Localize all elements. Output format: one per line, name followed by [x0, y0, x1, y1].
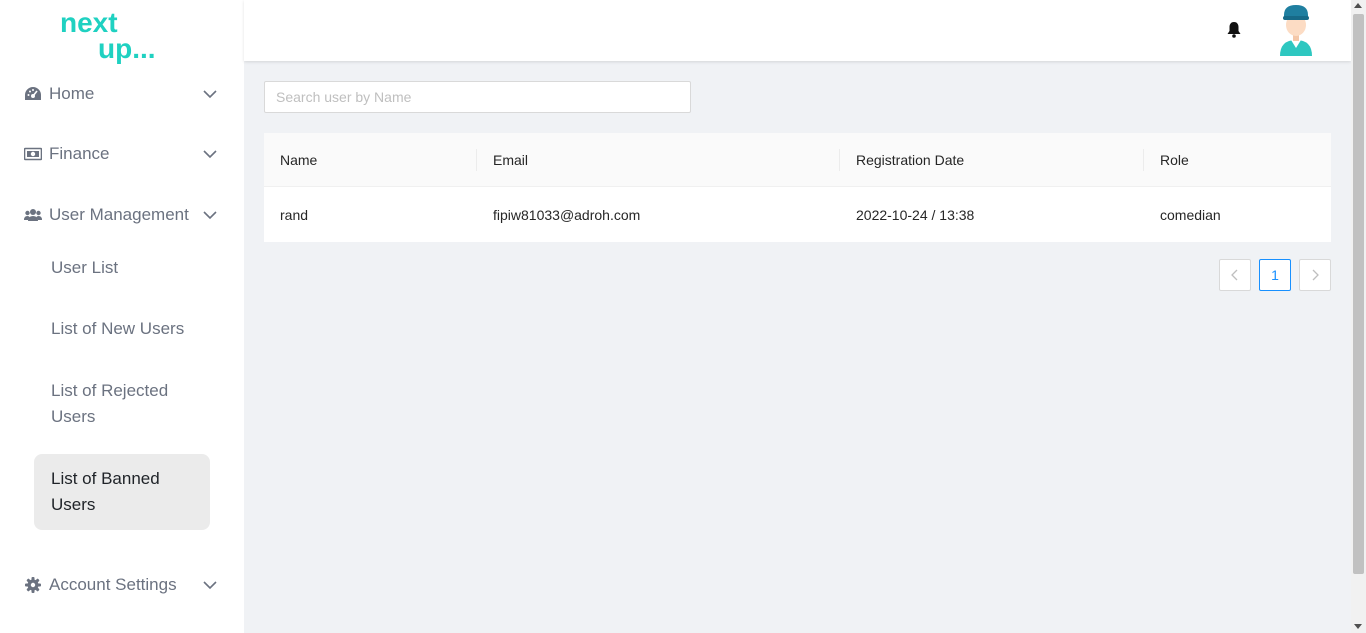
sidebar-subitem-rejected-users[interactable]: List of Rejected Users	[34, 378, 184, 430]
chevron-down-icon	[203, 150, 217, 159]
chevron-right-icon	[1312, 269, 1319, 281]
pagination-page-1[interactable]: 1	[1259, 259, 1291, 291]
user-avatar-icon[interactable]	[1277, 4, 1315, 56]
column-separator	[476, 149, 477, 171]
sidebar-subitem-banned-users[interactable]: List of Banned Users	[34, 454, 210, 530]
gear-icon	[24, 576, 42, 594]
sidebar-item-label: Home	[49, 84, 95, 103]
chevron-left-icon	[1231, 269, 1238, 281]
sidebar-item-label: User Management	[49, 205, 189, 224]
column-separator	[1143, 149, 1144, 171]
sidebar-item-user-management[interactable]: User Management	[0, 195, 244, 235]
sidebar-subitem-new-users[interactable]: List of New Users	[34, 316, 210, 342]
bell-icon[interactable]	[1226, 21, 1242, 38]
cell-email: fipiw81033@adroh.com	[493, 206, 641, 223]
column-header-role[interactable]: Role	[1160, 133, 1189, 186]
table-row[interactable]: rand fipiw81033@adroh.com 2022-10-24 / 1…	[264, 187, 1331, 242]
pagination-prev-button[interactable]	[1219, 259, 1251, 291]
sidebar-subitem-user-list[interactable]: User List	[34, 255, 210, 281]
column-header-name[interactable]: Name	[280, 133, 317, 186]
chevron-down-icon	[203, 211, 217, 220]
nextup-logo[interactable]: next up...	[58, 6, 168, 64]
scroll-up-arrow[interactable]	[1354, 3, 1362, 8]
sidebar-item-label: Account Settings	[49, 575, 177, 594]
dashboard-icon	[24, 85, 42, 103]
scroll-thumb[interactable]	[1353, 14, 1364, 574]
sidebar-subitem-label: List of Banned Users	[51, 469, 160, 514]
chevron-down-icon	[203, 581, 217, 590]
table-header: Name Email Registration Date Role	[264, 133, 1331, 187]
top-header	[244, 0, 1351, 61]
column-header-registration-date[interactable]: Registration Date	[856, 133, 964, 186]
cell-registration-date: 2022-10-24 / 13:38	[856, 206, 975, 223]
svg-text:up...: up...	[98, 33, 156, 64]
page-scrollbar[interactable]	[1351, 0, 1366, 633]
sidebar-item-finance[interactable]: Finance	[0, 134, 244, 174]
scroll-down-arrow[interactable]	[1354, 624, 1362, 629]
money-icon	[24, 145, 42, 163]
sidebar-item-label: Finance	[49, 144, 110, 163]
sidebar-item-account-settings[interactable]: Account Settings	[0, 565, 244, 605]
search-input[interactable]	[264, 81, 691, 113]
sidebar-item-home[interactable]: Home	[0, 74, 244, 114]
users-table: Name Email Registration Date Role rand f…	[264, 133, 1331, 242]
cell-name: rand	[280, 206, 309, 223]
column-separator	[839, 149, 840, 171]
cell-role: comedian	[1160, 206, 1221, 223]
chevron-down-icon	[203, 90, 217, 99]
pagination-next-button[interactable]	[1299, 259, 1331, 291]
sidebar: next up... Home Finance User Management …	[0, 0, 244, 633]
column-header-email[interactable]: Email	[493, 133, 528, 186]
users-icon	[24, 206, 42, 224]
